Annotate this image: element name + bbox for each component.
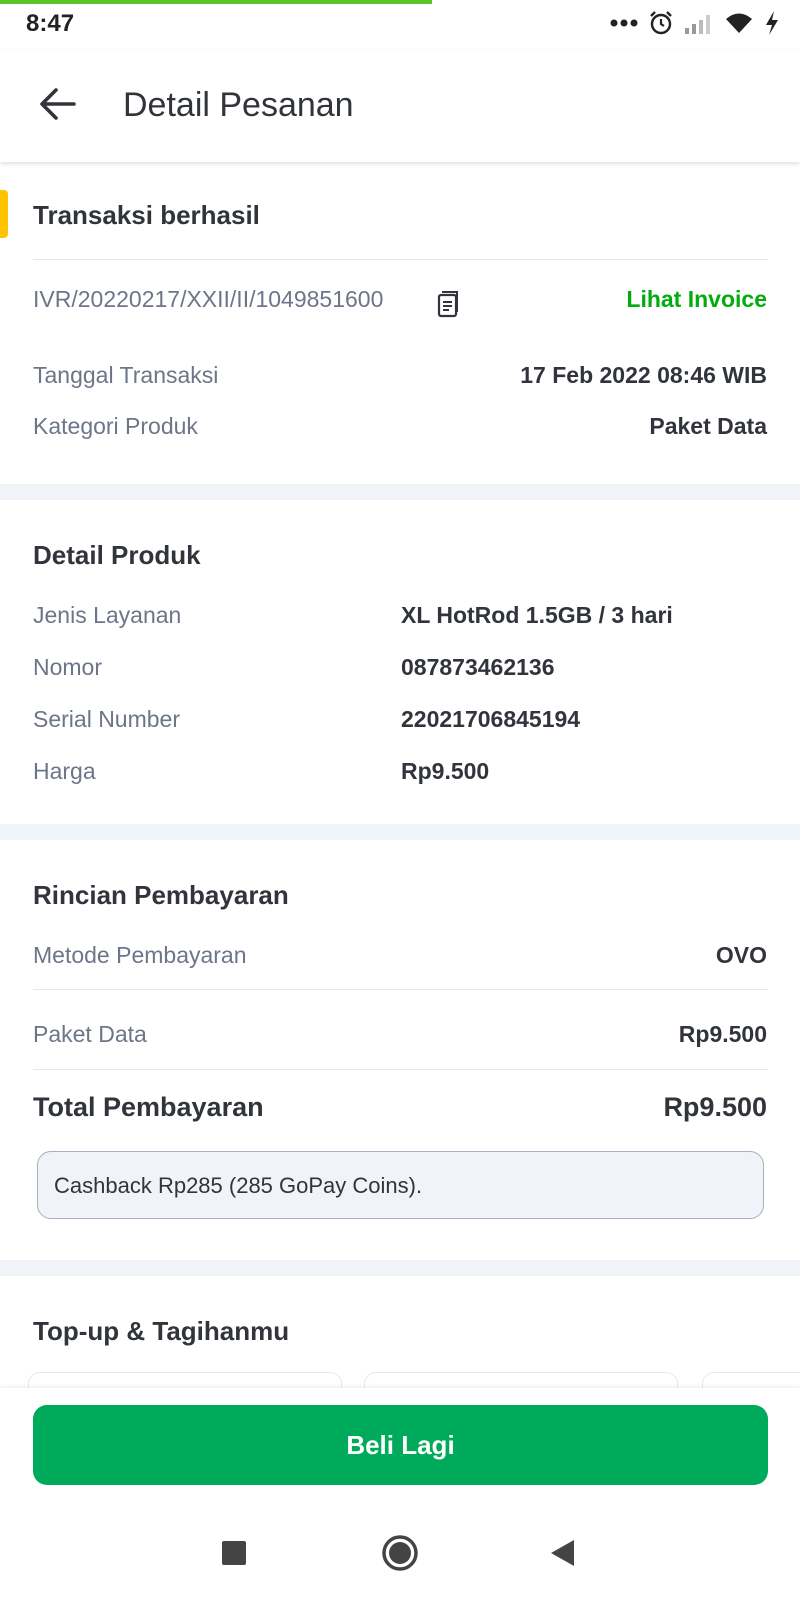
data-package-label: Paket Data: [33, 1021, 147, 1047]
divider-line: [33, 989, 768, 990]
status-icons: [610, 10, 780, 36]
buy-again-button[interactable]: Beli Lagi: [33, 1405, 768, 1485]
payment-section-title: Rincian Pembayaran: [33, 880, 289, 910]
status-bar: 8:47: [0, 0, 800, 50]
transaction-status: Transaksi berhasil: [33, 200, 260, 230]
divider-line: [33, 259, 768, 260]
serial-number-label: Serial Number: [33, 706, 180, 732]
more-dots-icon: [610, 19, 638, 27]
total-payment-value: Rp9.500: [663, 1092, 767, 1122]
serial-number-value: 22021706845194: [401, 706, 581, 732]
price-label: Harga: [33, 758, 96, 784]
recent-apps-button[interactable]: [221, 1540, 247, 1571]
status-time: 8:47: [26, 10, 75, 37]
view-invoice-link[interactable]: Lihat Invoice: [626, 286, 767, 313]
back-button[interactable]: [34, 80, 82, 128]
page-title: Detail Pesanan: [123, 86, 354, 124]
alarm-icon: [650, 11, 672, 35]
cashback-info: Cashback Rp285 (285 GoPay Coins).: [37, 1151, 764, 1219]
data-package-price: Rp9.500: [678, 1021, 767, 1047]
copy-icon[interactable]: [436, 290, 460, 318]
product-category-value: Paket Data: [649, 413, 767, 439]
system-nav-bar: [0, 1506, 800, 1600]
transaction-date-label: Tanggal Transaksi: [33, 362, 219, 388]
home-circle-icon: [382, 1535, 418, 1571]
section-divider: [0, 1260, 800, 1276]
payment-method-value: OVO: [715, 942, 767, 968]
home-button[interactable]: [381, 1534, 419, 1577]
status-accent-bar: [0, 190, 8, 238]
charging-icon: [766, 11, 778, 35]
total-payment-label: Total Pembayaran: [33, 1092, 264, 1122]
divider-line: [33, 1069, 768, 1070]
section-divider: [0, 824, 800, 840]
section-divider: [0, 484, 800, 500]
phone-number-label: Nomor: [33, 654, 103, 680]
back-triangle-icon: [551, 1540, 574, 1566]
product-section: Detail Produk Jenis Layanan XL HotRod 1.…: [0, 500, 800, 824]
phone-number-value: 087873462136: [401, 654, 555, 680]
price-value: Rp9.500: [401, 758, 490, 784]
topup-section-title: Top-up & Tagihanmu: [33, 1316, 290, 1346]
app-bar: Detail Pesanan: [0, 50, 800, 162]
back-arrow-icon: [40, 88, 76, 120]
wifi-icon: [726, 13, 752, 33]
service-type-value: XL HotRod 1.5GB / 3 hari: [401, 602, 673, 628]
back-nav-button[interactable]: [550, 1539, 576, 1572]
page-load-progress: [0, 0, 432, 4]
product-category-label: Kategori Produk: [33, 413, 198, 439]
signal-icon: [685, 15, 710, 34]
product-section-title: Detail Produk: [33, 540, 201, 570]
bottom-action-bar: Beli Lagi: [0, 1388, 800, 1506]
payment-section: Rincian Pembayaran Metode Pembayaran OVO…: [0, 840, 800, 1260]
service-type-label: Jenis Layanan: [33, 602, 182, 628]
invoice-number: IVR/20220217/XXII/II/1049851600: [33, 286, 384, 312]
transaction-section: Transaksi berhasil IVR/20220217/XXII/II/…: [0, 162, 800, 484]
square-icon: [222, 1541, 246, 1565]
payment-method-label: Metode Pembayaran: [33, 942, 247, 968]
transaction-date-value: 17 Feb 2022 08:46 WIB: [520, 362, 767, 388]
